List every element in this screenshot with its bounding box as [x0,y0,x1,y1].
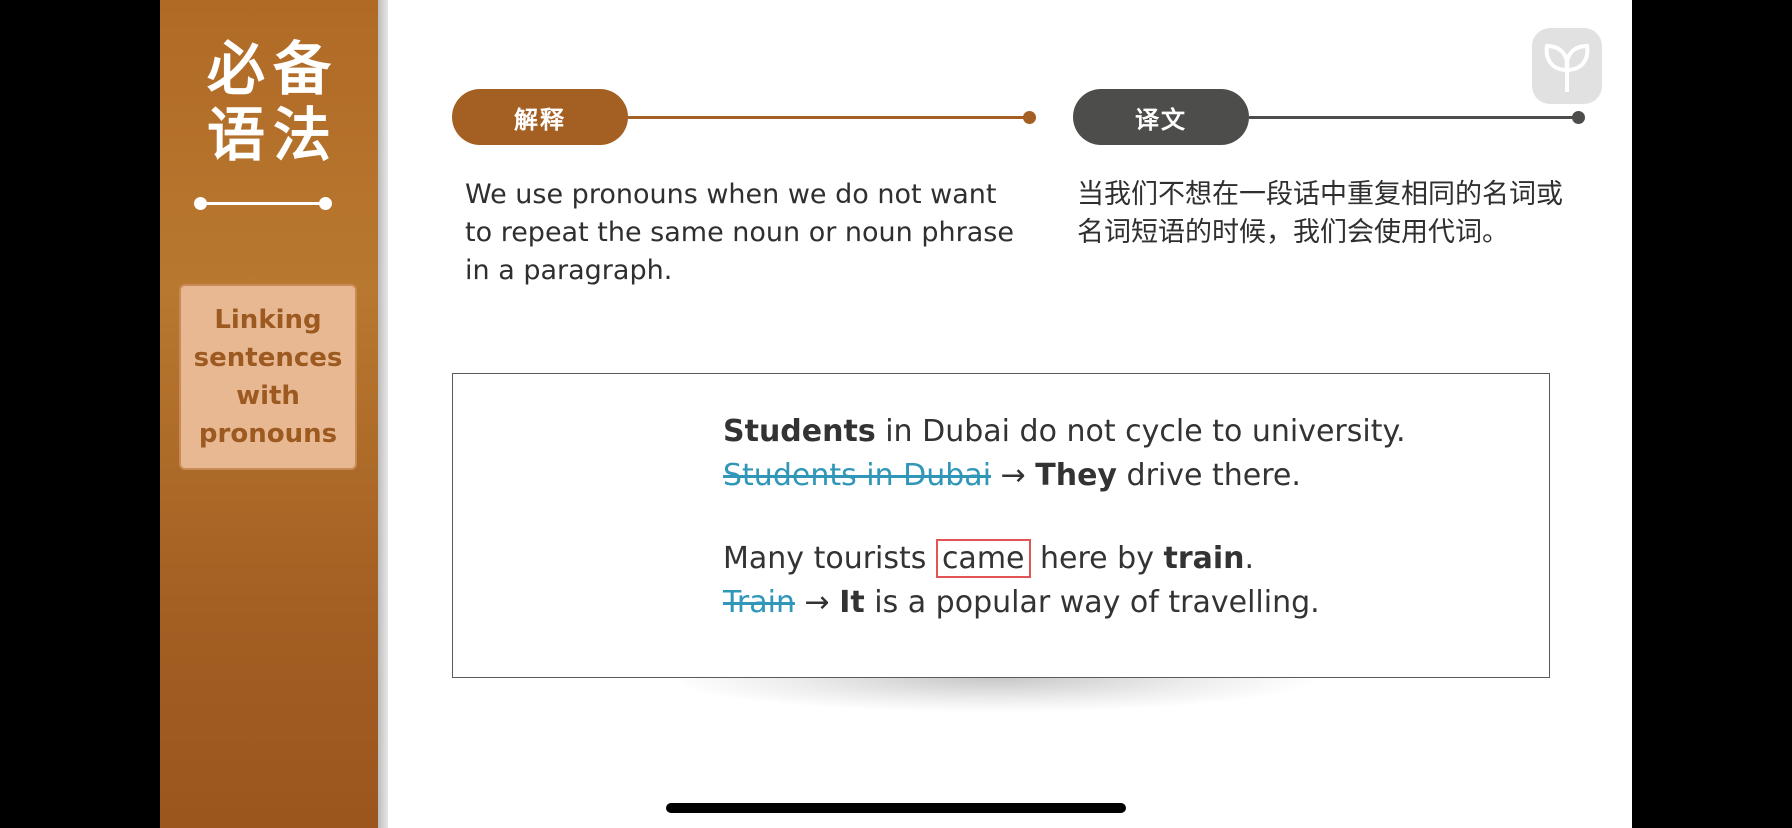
topic-card[interactable]: Linking sentences with pronouns [179,284,357,470]
example2-noun: train [1163,541,1245,576]
sidebar-title-line1: 必备 [206,35,339,103]
example1-line2-rest: drive there. [1116,458,1301,493]
example2-line1-mid: here by [1030,541,1164,576]
example1-line2: Students in Dubai → They drive there. [723,458,1301,493]
example2-line1-pre: Many tourists [723,541,936,576]
example2-struck-word: Train [723,585,795,620]
arrow-icon: → [991,458,1036,493]
example2-pronoun: It [839,585,865,620]
translation-header-line [1249,111,1585,124]
sidebar-title-line2: 语法 [206,101,339,169]
sprout-logo-icon [1532,28,1602,104]
sidebar: 必备 语法 Linking sentences with pronouns [160,0,378,828]
example2-line2: Train → It is a popular way of travellin… [723,585,1320,620]
highlighted-word: came [935,539,1031,578]
example1-struck-phrase: Students in Dubai [723,458,992,493]
example2-line2-rest: is a popular way of travelling. [864,585,1320,620]
example1-pronoun: They [1035,458,1117,493]
explanation-text: We use pronouns when we do not want to r… [465,179,1014,286]
example1-line1-rest: in Dubai do not cycle to university. [875,414,1406,449]
translation-text: 当我们不想在一段话中重复相同的名词或名词短语的时候，我们会使用代词。 [1077,179,1563,248]
line-end-dot [1572,111,1585,124]
sidebar-title: 必备 语法 [160,36,378,168]
explanation-header-line [628,111,1036,124]
example1-line1: Students in Dubai do not cycle to univer… [723,414,1406,449]
line-end-dot [1023,111,1036,124]
topic-label: Linking sentences with pronouns [193,305,343,449]
translation-header: 译文 [1073,89,1249,145]
divider-dot-left [194,197,207,210]
example-box: Students in Dubai do not cycle to univer… [452,373,1550,678]
main-content: 解释 译文 We use pronouns when we do not wan… [388,0,1632,828]
explanation-header: 解释 [452,89,628,145]
example-box-shadow [673,678,1313,712]
divider-dot-right [319,197,332,210]
home-indicator[interactable] [666,803,1126,813]
sidebar-divider [194,197,332,210]
sidebar-edge-shadow [378,0,388,828]
arrow-icon: → [794,585,840,620]
example1-subject: Students [723,414,876,449]
example2-line1: Many tourists came here by train. [723,539,1255,578]
example2-line1-end: . [1244,541,1255,576]
